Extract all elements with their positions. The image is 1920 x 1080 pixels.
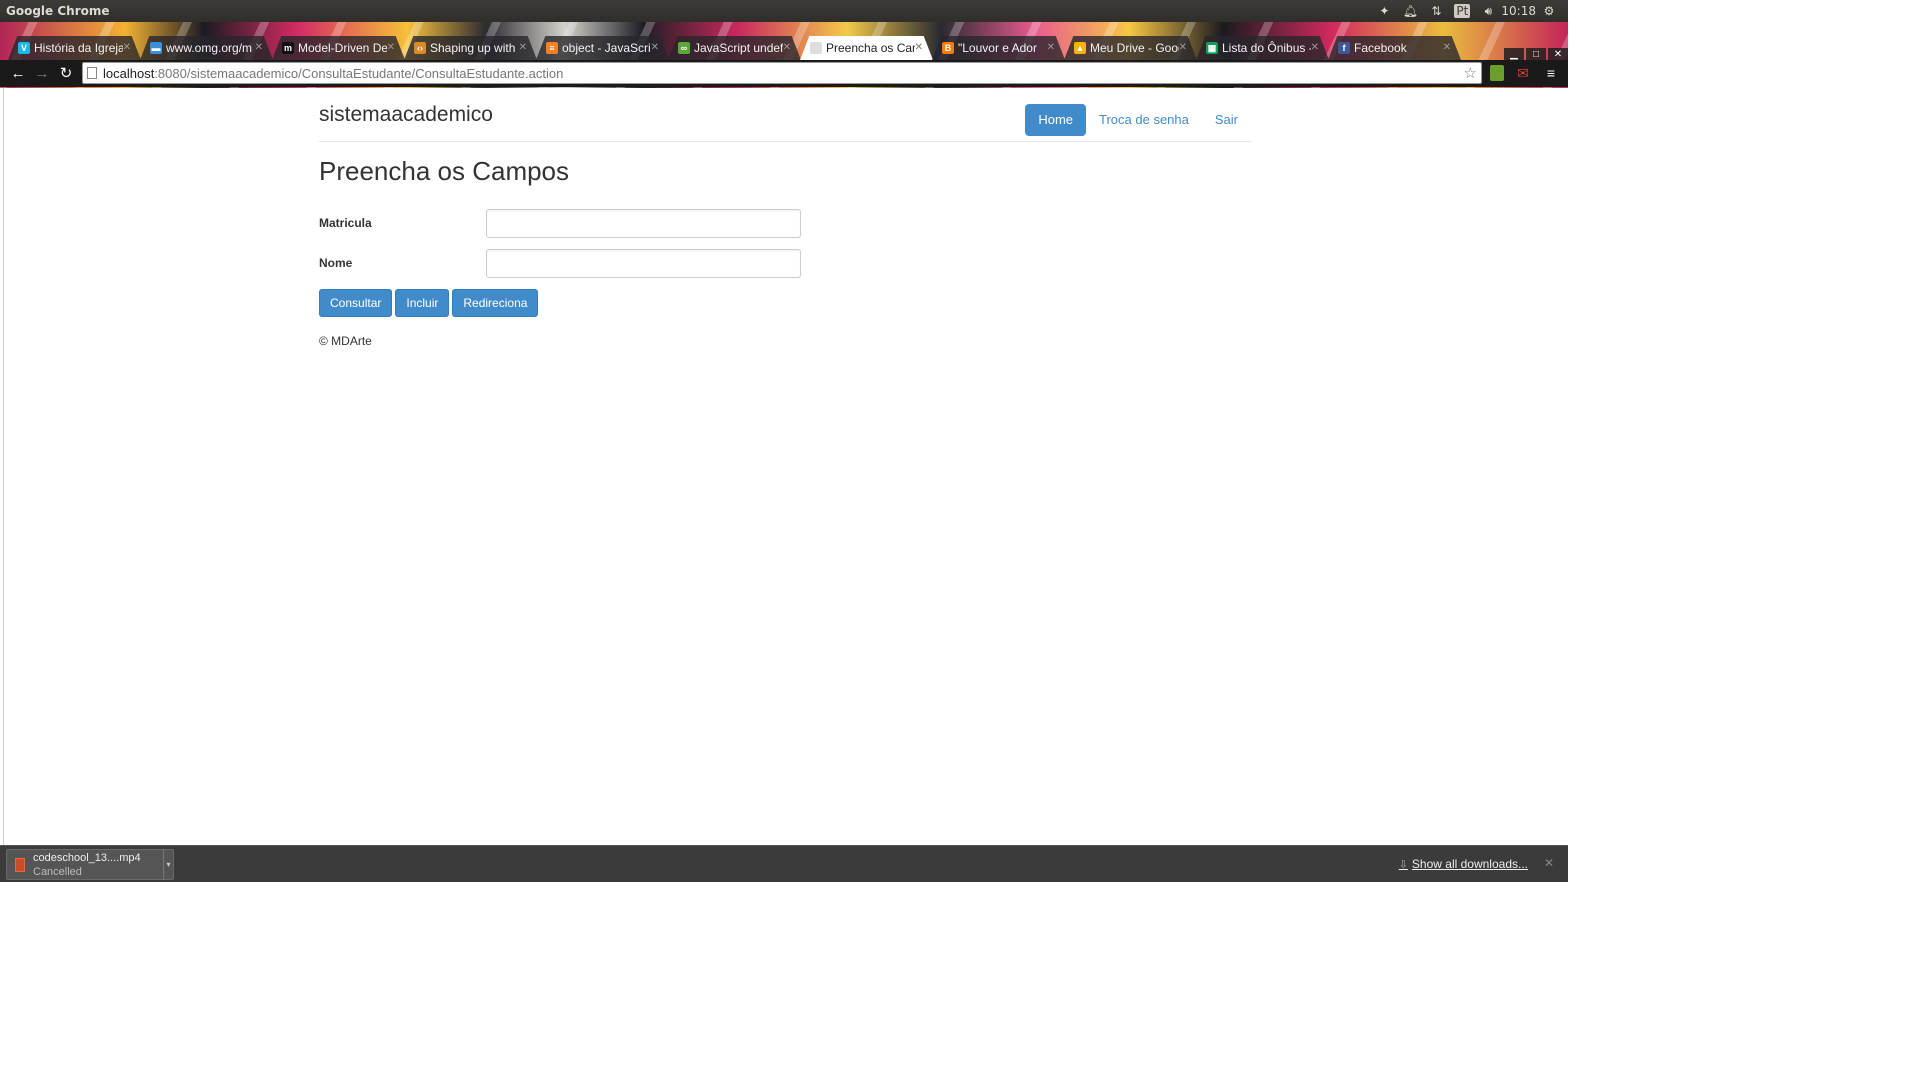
download-menu-chevron-icon[interactable]: ▾: [163, 849, 173, 880]
extensions-area: ✉ ≡: [1490, 63, 1560, 83]
matricula-label: Matricula: [319, 216, 372, 230]
site-brand[interactable]: sistemaacademico: [319, 103, 493, 127]
incluir-button[interactable]: Incluir: [395, 289, 450, 317]
tab-title: Shaping up with: [430, 41, 516, 55]
network-icon[interactable]: ⇅: [1423, 4, 1449, 18]
tab-title: Lista do Ônibus -: [1222, 41, 1311, 55]
nav-troca-de-senha[interactable]: Troca de senha: [1086, 104, 1202, 136]
vimeo-icon: V: [18, 42, 30, 54]
tab-title: Facebook: [1354, 41, 1407, 55]
tab-4[interactable]: ≡ object - JavaScrip ✕: [536, 36, 669, 60]
tab-close-icon[interactable]: ✕: [387, 42, 395, 53]
tab-9[interactable]: ▦ Lista do Ônibus - ✕: [1196, 36, 1329, 60]
drive-icon: ▲: [1074, 42, 1086, 54]
tab-title: História da Igreja: [34, 41, 123, 55]
tab-8[interactable]: ▲ Meu Drive - Goog ✕: [1064, 36, 1197, 60]
app-name: Google Chrome: [6, 4, 110, 18]
page-icon: [87, 67, 97, 79]
video-file-icon: [15, 857, 25, 872]
browser-toolbar: ← → ↻ localhost:8080/sistemaacademico/Co…: [0, 60, 1568, 87]
bookmark-star-icon[interactable]: ☆: [1464, 64, 1477, 82]
downloads-shelf: codeschool_13....mp4 Cancelled ▾ ⇩ Show …: [0, 845, 1568, 882]
keyboard-layout-indicator[interactable]: Pt: [1454, 4, 1471, 18]
show-all-downloads-link[interactable]: ⇩ Show all downloads...: [1399, 857, 1528, 871]
form-row-matricula: Matricula: [319, 209, 819, 239]
tab-close-icon[interactable]: ✕: [783, 42, 791, 53]
site-header: sistemaacademico Home Troca de senha Sai…: [319, 88, 1251, 142]
system-tray: ✦ 🔔︎ ⇅ Pt 🔊︎ 10:18 ⚙: [1371, 4, 1568, 19]
form-row-nome: Nome: [319, 249, 819, 279]
tab-title: Model-Driven De: [298, 41, 387, 55]
tab-7[interactable]: B "Louvor e Ador ✕: [932, 36, 1065, 60]
tab-strip: V História da Igreja ✕ ▬ www.omg.org/m ✕ m Mode…: [8, 36, 1478, 60]
evernote-extension-icon[interactable]: [1490, 65, 1504, 81]
settings-gear-icon[interactable]: ⚙: [1536, 4, 1562, 18]
redireciona-button[interactable]: Redireciona: [452, 289, 539, 317]
download-status: Cancelled: [33, 865, 82, 878]
tab-2[interactable]: m Model-Driven De ✕: [272, 36, 405, 60]
page-viewport: sistemaacademico Home Troca de senha Sai…: [3, 88, 1565, 845]
tab-title: Meu Drive - Goog: [1090, 41, 1179, 55]
url-host: localhost: [103, 65, 155, 81]
tab-close-icon[interactable]: ✕: [915, 42, 923, 53]
dropbox-icon[interactable]: ✦: [1371, 4, 1397, 18]
notification-icon[interactable]: 🔔︎: [1397, 4, 1423, 18]
address-bar[interactable]: localhost:8080/sistemaacademico/Consulta…: [82, 62, 1482, 84]
volume-icon[interactable]: 🔊︎: [1475, 4, 1501, 19]
matricula-input[interactable]: [486, 209, 801, 238]
tab-close-icon[interactable]: ✕: [1179, 42, 1187, 53]
medium-icon: m: [282, 42, 294, 54]
download-file-name: codeschool_13....mp4: [33, 851, 141, 864]
omg-icon: ▬: [150, 42, 162, 54]
stackoverflow-icon: ≡: [546, 42, 558, 54]
page-icon: [810, 42, 822, 54]
download-arrow-icon: ⇩: [1398, 858, 1408, 871]
consultar-button[interactable]: Consultar: [319, 289, 393, 317]
blogger-icon: B: [942, 42, 954, 54]
tab-3[interactable]: ‹› Shaping up with ✕: [404, 36, 537, 60]
tab-close-icon[interactable]: ✕: [1311, 42, 1319, 53]
show-all-downloads-label: Show all downloads...: [1411, 857, 1528, 871]
os-top-bar: Google Chrome ✦ 🔔︎ ⇅ Pt 🔊︎ 10:18 ⚙: [0, 0, 1568, 22]
tab-close-icon[interactable]: ✕: [519, 42, 527, 53]
close-shelf-icon[interactable]: ✕: [1544, 856, 1554, 870]
tab-close-icon[interactable]: ✕: [651, 42, 659, 53]
site-footer: © MDArte: [319, 334, 372, 348]
chrome-menu-icon[interactable]: ≡: [1542, 63, 1560, 83]
tab-1[interactable]: ▬ www.omg.org/m ✕: [140, 36, 273, 60]
forward-arrow-icon[interactable]: →: [30, 63, 54, 85]
tab-6[interactable]: Preencha os Cam ✕: [800, 36, 933, 60]
site-nav: Home Troca de senha Sair: [1025, 104, 1251, 136]
download-info: codeschool_13....mp4 Cancelled: [33, 851, 163, 879]
clock[interactable]: 10:18: [1501, 4, 1536, 18]
nome-label: Nome: [319, 256, 353, 270]
nav-sair[interactable]: Sair: [1202, 104, 1251, 136]
tab-title: www.omg.org/m: [166, 41, 253, 55]
tab-5[interactable]: ∞ JavaScript undefi ✕: [668, 36, 801, 60]
sheets-icon: ▦: [1206, 42, 1218, 54]
tab-10[interactable]: f Facebook ✕: [1328, 36, 1461, 60]
tab-0[interactable]: V História da Igreja ✕: [8, 36, 141, 60]
tab-close-icon[interactable]: ✕: [1443, 42, 1451, 53]
gmail-extension-icon[interactable]: ✉: [1514, 63, 1532, 83]
back-arrow-icon[interactable]: ←: [6, 63, 30, 85]
tab-title: Preencha os Cam: [826, 41, 915, 55]
reload-icon[interactable]: ↻: [54, 63, 78, 85]
code-icon: ‹›: [414, 42, 426, 54]
tab-title: JavaScript undefi: [694, 41, 783, 55]
jsfiddle-icon: ∞: [678, 42, 690, 54]
nav-home[interactable]: Home: [1025, 104, 1087, 136]
form-buttons: Consultar Incluir Redireciona: [319, 289, 539, 317]
page-title: Preencha os Campos: [319, 156, 570, 186]
facebook-icon: f: [1338, 42, 1350, 54]
tab-close-icon[interactable]: ✕: [255, 42, 263, 53]
tab-close-icon[interactable]: ✕: [1047, 42, 1055, 53]
tab-title: "Louvor e Ador: [958, 41, 1037, 55]
page-container: sistemaacademico Home Troca de senha Sai…: [319, 88, 1251, 348]
tab-close-icon[interactable]: ✕: [123, 42, 131, 53]
download-item[interactable]: codeschool_13....mp4 Cancelled ▾: [6, 849, 174, 880]
nome-input[interactable]: [486, 249, 801, 278]
url-path: :8080/sistemaacademico/ConsultaEstudante…: [154, 65, 564, 81]
tab-title: object - JavaScrip: [562, 41, 651, 55]
